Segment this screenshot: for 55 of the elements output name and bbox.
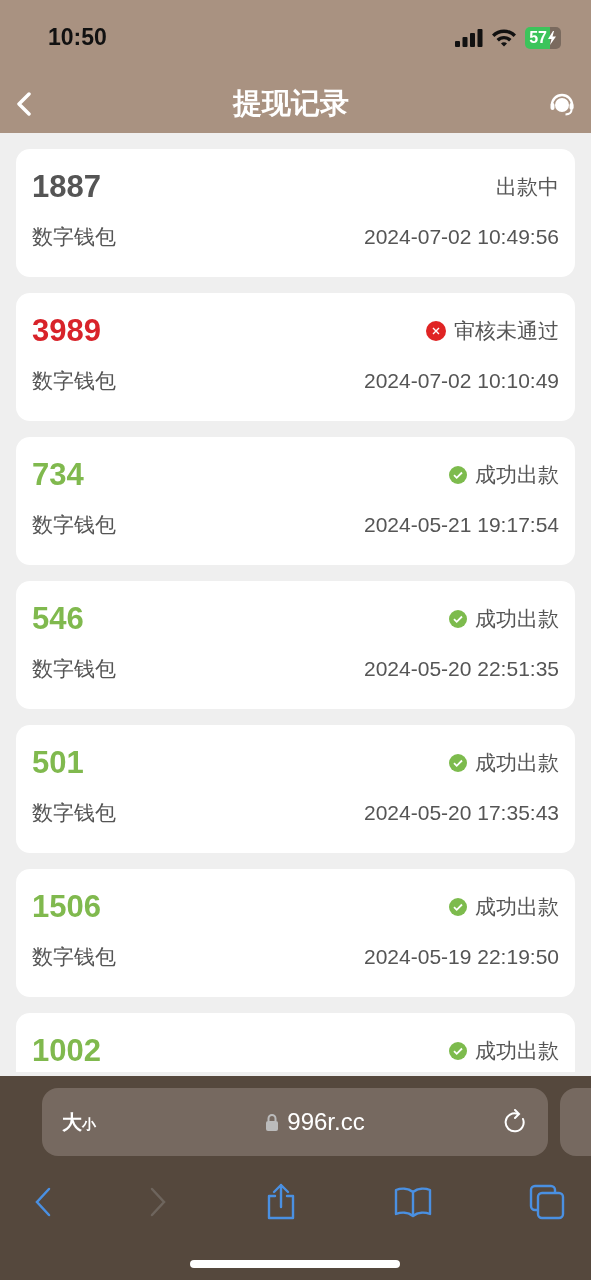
forward-icon[interactable] (149, 1187, 168, 1217)
check-icon (449, 610, 467, 628)
record-time: 2024-05-21 19:17:54 (364, 513, 559, 537)
record-card[interactable]: 501 成功出款 数字钱包 2024-05-20 17:35:43 (16, 725, 575, 853)
record-time: 2024-05-20 22:51:35 (364, 657, 559, 681)
record-card[interactable]: 3989 审核未通过 数字钱包 2024-07-02 10:10:49 (16, 293, 575, 421)
payment-method: 数字钱包 (32, 224, 116, 250)
record-card[interactable]: 1506 成功出款 数字钱包 2024-05-19 22:19:50 (16, 869, 575, 997)
record-time: 2024-07-02 10:10:49 (364, 369, 559, 393)
text-size-button[interactable]: 大小 (62, 1108, 96, 1136)
amount: 546 (32, 601, 84, 637)
signal-icon (455, 28, 484, 47)
address-bar[interactable]: 大小 996r.cc (42, 1088, 548, 1156)
amount: 1887 (32, 169, 101, 205)
record-time: 2024-05-20 17:35:43 (364, 801, 559, 825)
status-label: 成功出款 (475, 606, 559, 632)
page-title: 提现记录 (232, 86, 349, 121)
check-icon (449, 754, 467, 772)
check-icon (449, 898, 467, 916)
check-icon (449, 466, 467, 484)
status-label: 成功出款 (475, 750, 559, 776)
status-time: 10:50 (48, 24, 107, 51)
record-card[interactable]: 734 成功出款 数字钱包 2024-05-21 19:17:54 (16, 437, 575, 565)
tab-preview[interactable] (560, 1088, 591, 1156)
back-icon[interactable] (34, 1187, 52, 1217)
error-icon (426, 321, 446, 341)
tabs-icon[interactable] (529, 1184, 565, 1220)
check-icon (449, 1042, 467, 1060)
amount: 1506 (32, 889, 101, 925)
status-label: 审核未通过 (454, 318, 559, 344)
payment-method: 数字钱包 (32, 800, 116, 826)
amount: 734 (32, 457, 84, 493)
lock-icon (265, 1113, 280, 1131)
record-time: 2024-07-02 10:49:56 (364, 225, 559, 249)
record-time: 2024-05-19 22:19:50 (364, 945, 559, 969)
amount: 3989 (32, 313, 101, 349)
status-label: 出款中 (496, 174, 559, 200)
payment-method: 数字钱包 (32, 656, 116, 682)
payment-method: 数字钱包 (32, 512, 116, 538)
record-card[interactable]: 1002 成功出款 (16, 1013, 575, 1072)
headset-icon[interactable] (549, 91, 575, 117)
book-icon[interactable] (393, 1186, 432, 1218)
payment-method: 数字钱包 (32, 368, 116, 394)
amount: 501 (32, 745, 84, 781)
record-card[interactable]: 546 成功出款 数字钱包 2024-05-20 22:51:35 (16, 581, 575, 709)
battery-icon: 57 (525, 26, 561, 49)
reload-icon[interactable] (504, 1109, 528, 1135)
payment-method: 数字钱包 (32, 944, 116, 970)
status-label: 成功出款 (475, 894, 559, 920)
record-card[interactable]: 1887 出款中 数字钱包 2024-07-02 10:49:56 (16, 149, 575, 277)
amount: 1002 (32, 1033, 101, 1069)
status-label: 成功出款 (475, 462, 559, 488)
url-text: 996r.cc (287, 1108, 365, 1136)
wifi-icon (491, 28, 518, 47)
status-label: 成功出款 (475, 1038, 559, 1064)
